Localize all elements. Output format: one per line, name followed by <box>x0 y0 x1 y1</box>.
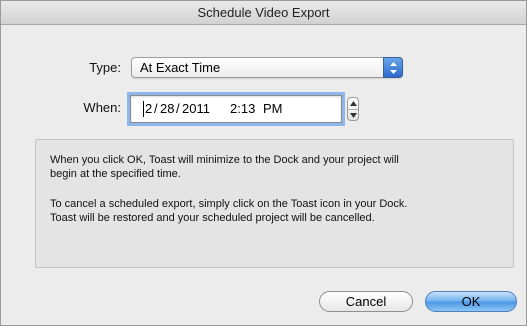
stepper-down-icon[interactable] <box>350 113 357 118</box>
stepper-up-icon[interactable] <box>350 101 357 106</box>
type-label: Type: <box>89 60 121 75</box>
date-year[interactable]: 2011 <box>182 101 210 116</box>
ok-button[interactable]: OK <box>425 291 517 312</box>
time-ampm[interactable]: PM <box>263 101 283 116</box>
date-month[interactable]: 2 <box>145 101 152 116</box>
info-line-3: To cancel a scheduled export, simply cli… <box>50 198 408 210</box>
time-value[interactable]: 2:13 <box>230 101 255 116</box>
date-stepper[interactable] <box>347 97 359 121</box>
text-cursor <box>143 101 144 117</box>
type-popup[interactable]: At Exact Time <box>131 57 403 78</box>
cancel-button[interactable]: Cancel <box>319 291 413 312</box>
dialog-title: Schedule Video Export <box>1 1 526 25</box>
when-date-field[interactable]: 2 / 28 / 2011 2:13 PM <box>130 95 342 123</box>
info-box: When you click OK, Toast will minimize t… <box>35 139 514 268</box>
schedule-video-export-dialog: Schedule Video Export Type: At Exact Tim… <box>0 0 527 326</box>
date-day[interactable]: 28 <box>160 101 174 116</box>
info-line-4: Toast will be restored and your schedule… <box>50 212 375 224</box>
info-line-2: begin at the specified time. <box>50 168 181 180</box>
info-line-1: When you click OK, Toast will minimize t… <box>50 154 399 166</box>
popup-arrows-icon[interactable] <box>383 57 403 78</box>
type-popup-value: At Exact Time <box>140 60 221 75</box>
when-label: When: <box>83 100 121 115</box>
